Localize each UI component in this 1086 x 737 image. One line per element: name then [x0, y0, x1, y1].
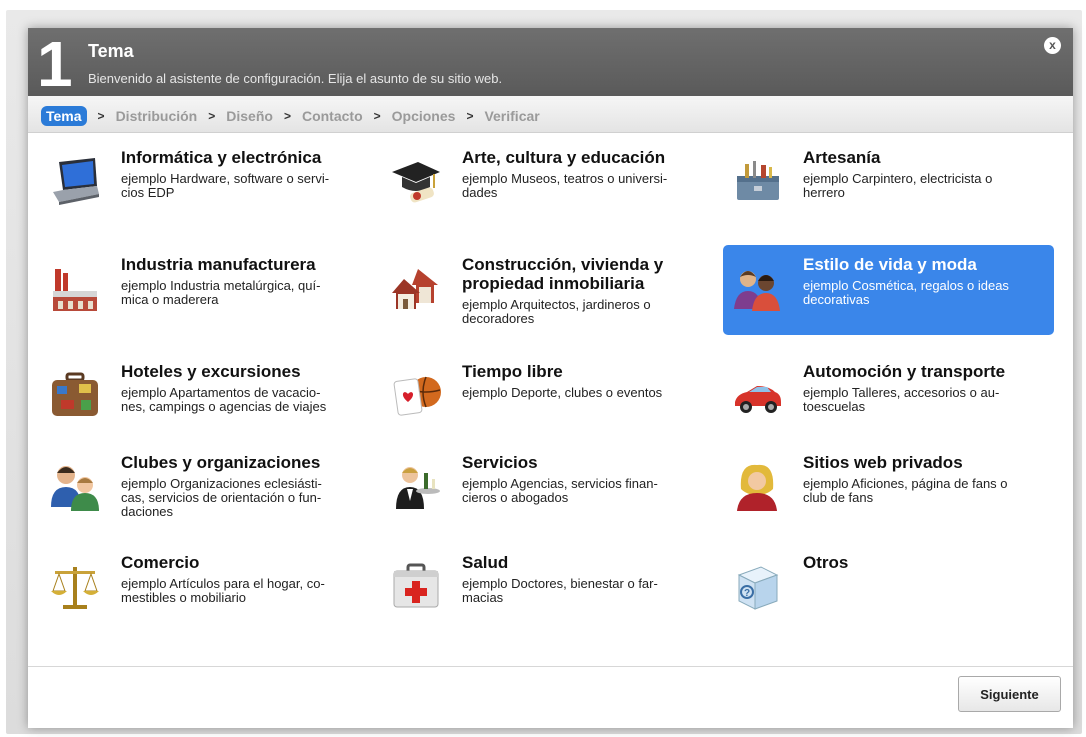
breadcrumb-step-contacto[interactable]: Contacto [302, 108, 363, 124]
category-item[interactable]: Salud ejemplo Doctores, bienestar o far- … [382, 543, 713, 633]
category-title: Hoteles y excursiones [121, 362, 301, 381]
category-description: ejemplo Deporte, clubes o eventos [462, 385, 663, 400]
category-title: Construcción, vivienda y propiedad inmob… [462, 255, 664, 293]
category-item[interactable]: Industria manufacturera ejemplo Industria… [41, 245, 372, 335]
first-aid-icon [390, 561, 442, 613]
category-description: ejemplo Arquitectos, jardineros o decora… [462, 297, 651, 326]
breadcrumb-step-opciones[interactable]: Opciones [392, 108, 456, 124]
wizard-header: 1 Tema Bienvenido al asistente de config… [28, 28, 1073, 96]
page-subtitle: Bienvenido al asistente de configuración… [88, 71, 503, 86]
waiter-icon [390, 461, 442, 513]
breadcrumb-separator: > [373, 109, 381, 123]
category-title: Industria manufacturera [121, 255, 316, 274]
category-title: Automoción y transporte [803, 362, 1006, 381]
toolbox-icon [731, 156, 783, 208]
category-item[interactable]: Tiempo libre ejemplo Deporte, clubes o ev… [382, 352, 713, 442]
laptop-icon [49, 156, 101, 208]
category-item[interactable]: Construcción, vivienda y propiedad inmob… [382, 245, 713, 335]
breadcrumb: Tema > Distribución > Diseño > Contacto > Opcion… [28, 96, 1073, 133]
car-icon [731, 370, 783, 422]
setup-wizard-dialog: 1 Tema Bienvenido al asistente de config… [28, 28, 1073, 728]
page-title: Tema [88, 41, 134, 61]
card-ball-icon [390, 370, 442, 422]
category-description: ejemplo Apartamentos de vacacio- nes, ca… [121, 385, 327, 414]
category-item[interactable]: Arte, cultura y educación ejemplo Museos,… [382, 138, 713, 228]
category-title: Comercio [121, 553, 200, 572]
category-description: ejemplo Talleres, accesorios o au- toesc… [803, 385, 1000, 414]
category-title: Salud [462, 553, 509, 572]
category-item[interactable]: Servicios ejemplo Agencias, servicios fin… [382, 443, 713, 533]
close-icon[interactable]: x [1044, 37, 1061, 54]
category-item[interactable]: Automoción y transporte ejemplo Talleres,… [723, 352, 1054, 442]
category-item[interactable]: Informática y electrónica ejemplo Hardwar… [41, 138, 372, 228]
category-description: ejemplo Carpintero, electricista o herre… [803, 171, 993, 200]
category-item[interactable]: ? Otros [723, 543, 1054, 633]
category-title: Otros [803, 553, 849, 572]
breadcrumb-separator: > [466, 109, 474, 123]
category-title: Servicios [462, 453, 538, 472]
category-description: ejemplo Agencias, servicios finan- ciero… [462, 476, 658, 505]
breadcrumb-step-tema[interactable]: Tema [41, 106, 87, 126]
category-item[interactable]: Comercio ejemplo Artículos para el hogar,… [41, 543, 372, 633]
question-box-icon: ? [731, 561, 783, 613]
category-item[interactable]: Artesanía ejemplo Carpintero, electricist… [723, 138, 1054, 228]
step-number: 1 [37, 28, 73, 100]
breadcrumb-step-distribucion[interactable]: Distribución [116, 108, 198, 124]
category-title: Informática y electrónica [121, 148, 322, 167]
category-description: ejemplo Aficiones, página de fans o club… [803, 476, 1008, 505]
category-title: Estilo de vida y moda [803, 255, 977, 274]
category-description: ejemplo Doctores, bienestar o far- macia… [462, 576, 658, 605]
category-description: ejemplo Museos, teatros o universi- dade… [462, 171, 668, 200]
category-description: ejemplo Cosmética, regalos o ideas decor… [803, 278, 1009, 307]
breadcrumb-step-verificar[interactable]: Verificar [484, 108, 539, 124]
category-description: ejemplo Industria metalúrgica, quí- mica… [121, 278, 321, 307]
group-icon [49, 461, 101, 513]
breadcrumb-separator: > [208, 109, 216, 123]
factory-icon [49, 263, 101, 315]
breadcrumb-separator: > [97, 109, 105, 123]
category-item[interactable]: Clubes y organizaciones ejemplo Organizac… [41, 443, 372, 533]
category-title: Tiempo libre [462, 362, 563, 381]
category-title: Arte, cultura y educación [462, 148, 666, 167]
footer-divider [28, 666, 1073, 667]
svg-text:?: ? [744, 588, 750, 599]
next-button[interactable]: Siguiente [958, 676, 1061, 712]
category-item[interactable]: Hoteles y excursiones ejemplo Apartamento… [41, 352, 372, 442]
people-icon [731, 263, 783, 315]
scales-icon [49, 561, 101, 613]
breadcrumb-separator: > [283, 109, 291, 123]
person-icon [731, 461, 783, 513]
category-description: ejemplo Artículos para el hogar, co- mes… [121, 576, 325, 605]
category-item[interactable]: Sitios web privados ejemplo Aficiones, pá… [723, 443, 1054, 533]
category-item[interactable]: Estilo de vida y moda ejemplo Cosmética, … [723, 245, 1054, 335]
category-title: Clubes y organizaciones [121, 453, 321, 472]
breadcrumb-step-diseno[interactable]: Diseño [226, 108, 273, 124]
category-description: ejemplo Hardware, software o servi- cios… [121, 171, 330, 200]
category-title: Artesanía [803, 148, 881, 167]
suitcase-icon [49, 370, 101, 422]
category-title: Sitios web privados [803, 453, 963, 472]
graduation-cap-icon [390, 156, 442, 208]
houses-icon [390, 263, 442, 315]
category-description: ejemplo Organizaciones eclesiásti- cas, … [121, 476, 322, 519]
